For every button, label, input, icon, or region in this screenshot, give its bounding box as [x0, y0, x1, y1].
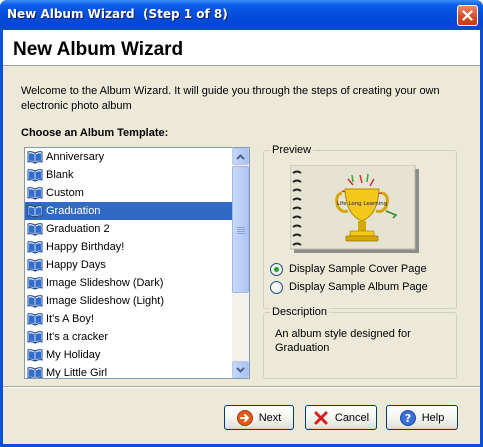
svg-text:?: ? — [404, 412, 410, 425]
next-arrow-icon — [236, 409, 253, 426]
template-list-item[interactable]: Image Slideshow (Dark) — [25, 274, 232, 292]
album-book-icon — [27, 151, 43, 164]
cancel-button-label: Cancel — [334, 411, 370, 424]
template-item-label: Image Slideshow (Light) — [46, 295, 165, 307]
template-list-item[interactable]: Graduation 2 — [25, 220, 232, 238]
scroll-down-button[interactable] — [232, 361, 249, 378]
template-list-item[interactable]: Happy Birthday! — [25, 238, 232, 256]
help-button-label: Help — [421, 411, 445, 424]
template-list-item[interactable]: It's a cracker — [25, 328, 232, 346]
album-book-icon — [27, 259, 43, 272]
album-book-icon — [27, 331, 43, 344]
description-legend: Description — [270, 306, 330, 318]
wizard-window: New Album Wizard (Step 1 of 8) New Album… — [0, 0, 483, 447]
intro-text: Welcome to the Album Wizard. It will gui… — [21, 85, 440, 112]
album-book-icon — [27, 205, 43, 218]
album-book-icon — [27, 187, 43, 200]
radio-cover-page[interactable] — [270, 262, 283, 276]
template-item-label: Blank — [46, 169, 74, 181]
template-item-label: Happy Days — [46, 259, 106, 271]
radio-album-page[interactable] — [270, 280, 283, 294]
page-title: New Album Wizard — [13, 39, 184, 60]
template-list-item[interactable]: It's A Boy! — [25, 310, 232, 328]
template-item-label: Image Slideshow (Dark) — [46, 277, 164, 289]
template-item-label: Anniversary — [46, 151, 105, 163]
close-button[interactable] — [457, 5, 478, 26]
chevron-down-icon — [236, 366, 245, 373]
template-list-items: Anniversary Blank Custom Graduation Graduati… — [25, 148, 232, 379]
template-item-label: It's A Boy! — [46, 313, 94, 325]
option-album-page[interactable]: Display Sample Album Page — [270, 279, 428, 295]
radio-selected-dot — [274, 266, 279, 272]
help-button[interactable]: ? Help — [386, 405, 458, 430]
template-list-item[interactable]: Image Slideshow (Light) — [25, 292, 232, 310]
album-book-icon — [27, 367, 43, 378]
description-text: An album style designed for Graduation — [275, 328, 411, 354]
template-item-label: Custom — [46, 187, 84, 199]
template-list-label: Choose an Album Template: — [21, 127, 169, 139]
template-item-label: Happy Birthday! — [46, 241, 125, 253]
template-list-item[interactable]: Blank — [25, 166, 232, 184]
radio-cover-page-label: Display Sample Cover Page — [289, 263, 427, 275]
cancel-button[interactable]: Cancel — [305, 405, 377, 430]
template-list-item[interactable]: My Holiday — [25, 346, 232, 364]
cancel-x-icon — [314, 411, 328, 424]
scroll-up-button[interactable] — [232, 148, 249, 165]
template-list-item[interactable]: Custom — [25, 184, 232, 202]
template-item-label: My Holiday — [46, 349, 101, 361]
next-button[interactable]: Next — [224, 405, 294, 430]
preview-image-caption: Life Long Learning — [337, 201, 388, 207]
template-item-label: Graduation 2 — [46, 223, 110, 235]
chevron-up-icon — [236, 153, 245, 160]
button-separator — [3, 386, 480, 388]
option-cover-page[interactable]: Display Sample Cover Page — [270, 261, 427, 277]
preview-legend: Preview — [270, 144, 314, 156]
album-book-icon — [27, 223, 43, 236]
template-list-item[interactable]: Anniversary — [25, 148, 232, 166]
album-book-icon — [27, 277, 43, 290]
template-item-label: My Little Girl — [46, 367, 108, 379]
template-list-item[interactable]: Happy Days — [25, 256, 232, 274]
description-group: Description An album style designed for … — [263, 306, 457, 379]
dialog-body: New Album Wizard Welcome to the Album Wi… — [3, 30, 480, 444]
help-question-icon: ? — [399, 409, 416, 426]
close-icon — [462, 10, 473, 21]
album-book-icon — [27, 241, 43, 254]
album-book-icon — [27, 313, 43, 326]
vertical-scrollbar[interactable] — [232, 148, 249, 378]
header-band: New Album Wizard — [3, 30, 480, 66]
template-list-item[interactable]: Graduation — [25, 202, 232, 220]
album-book-icon — [27, 349, 43, 362]
scroll-thumb[interactable] — [232, 166, 249, 293]
album-cover-preview-image: Life Long Learning — [290, 165, 419, 253]
radio-album-page-label: Display Sample Album Page — [289, 281, 428, 293]
window-title: New Album Wizard (Step 1 of 8) — [7, 7, 228, 21]
next-button-label: Next — [258, 411, 282, 424]
template-item-label: It's a cracker — [46, 331, 109, 343]
title-bar[interactable]: New Album Wizard (Step 1 of 8) — [0, 0, 483, 30]
album-book-icon — [27, 295, 43, 308]
template-listbox[interactable]: Anniversary Blank Custom Graduation Graduati… — [24, 147, 250, 379]
template-item-label: Graduation — [46, 205, 101, 217]
template-list-item[interactable]: My Little Girl — [25, 364, 232, 379]
album-book-icon — [27, 169, 43, 182]
grip-icon — [237, 227, 245, 234]
